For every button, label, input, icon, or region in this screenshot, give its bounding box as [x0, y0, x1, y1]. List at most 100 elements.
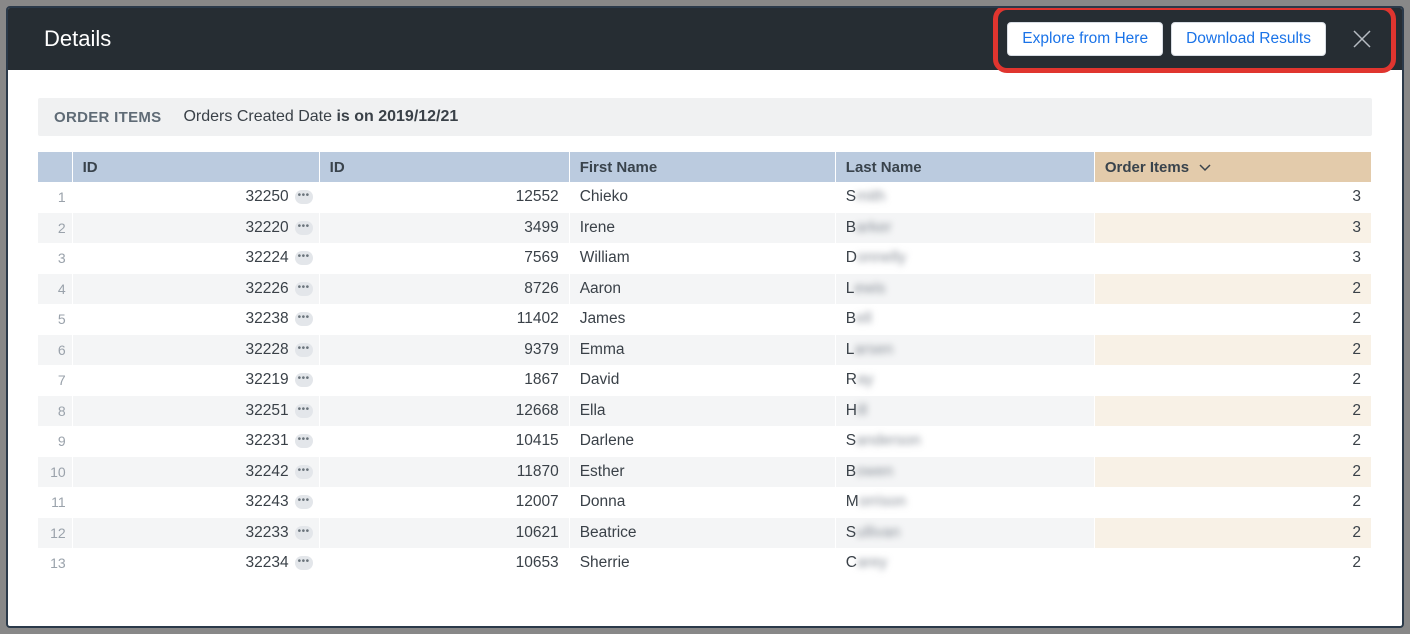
col-first-name[interactable]: First Name [569, 152, 835, 182]
cell-id2[interactable]: 10653 [319, 548, 569, 579]
more-icon[interactable]: ••• [295, 190, 313, 204]
cell-last-name[interactable]: Donnelly [835, 243, 1094, 274]
more-icon[interactable]: ••• [295, 465, 313, 479]
table-row[interactable]: 1132243•••12007DonnaMorrison2 [38, 487, 1372, 518]
table-row[interactable]: 132250•••12552ChiekoSmith3 [38, 182, 1372, 213]
cell-last-name[interactable]: Sullivan [835, 518, 1094, 549]
table-row[interactable]: 932231•••10415DarleneSanderson2 [38, 426, 1372, 457]
col-id2[interactable]: ID [319, 152, 569, 182]
cell-first-name[interactable]: Chieko [569, 182, 835, 213]
cell-order-items[interactable]: 3 [1094, 243, 1371, 274]
cell-first-name[interactable]: Esther [569, 457, 835, 488]
cell-id2[interactable]: 8726 [319, 274, 569, 305]
cell-id2[interactable]: 11870 [319, 457, 569, 488]
cell-id2[interactable]: 7569 [319, 243, 569, 274]
download-results-button[interactable]: Download Results [1171, 22, 1326, 56]
cell-id1[interactable]: 32228••• [72, 335, 319, 366]
table-row[interactable]: 1332234•••10653SherrieCarey2 [38, 548, 1372, 579]
table-row[interactable]: 1032242•••11870EstherBowen2 [38, 457, 1372, 488]
cell-last-name[interactable]: Smith [835, 182, 1094, 213]
col-id1[interactable]: ID [72, 152, 319, 182]
cell-id1[interactable]: 32243••• [72, 487, 319, 518]
cell-first-name[interactable]: David [569, 365, 835, 396]
cell-first-name[interactable]: William [569, 243, 835, 274]
table-row[interactable]: 332224•••7569WilliamDonnelly3 [38, 243, 1372, 274]
row-number: 5 [38, 304, 72, 335]
more-icon[interactable]: ••• [295, 343, 313, 357]
cell-id2[interactable]: 10621 [319, 518, 569, 549]
cell-id2[interactable]: 12007 [319, 487, 569, 518]
cell-order-items[interactable]: 2 [1094, 304, 1371, 335]
cell-last-name[interactable]: Lewis [835, 274, 1094, 305]
cell-first-name[interactable]: Ella [569, 396, 835, 427]
close-button[interactable] [1342, 19, 1382, 59]
cell-first-name[interactable]: Beatrice [569, 518, 835, 549]
cell-id1[interactable]: 32220••• [72, 213, 319, 244]
cell-order-items[interactable]: 2 [1094, 396, 1371, 427]
more-icon[interactable]: ••• [295, 495, 313, 509]
cell-order-items[interactable]: 3 [1094, 182, 1371, 213]
cell-id2[interactable]: 9379 [319, 335, 569, 366]
cell-first-name[interactable]: Aaron [569, 274, 835, 305]
table-row[interactable]: 1232233•••10621BeatriceSullivan2 [38, 518, 1372, 549]
cell-id1[interactable]: 32251••• [72, 396, 319, 427]
cell-order-items[interactable]: 2 [1094, 335, 1371, 366]
cell-id2[interactable]: 11402 [319, 304, 569, 335]
cell-last-name[interactable]: Barker [835, 213, 1094, 244]
cell-last-name[interactable]: Ray [835, 365, 1094, 396]
cell-order-items[interactable]: 2 [1094, 274, 1371, 305]
more-icon[interactable]: ••• [295, 373, 313, 387]
col-last-name[interactable]: Last Name [835, 152, 1094, 182]
cell-id1[interactable]: 32250••• [72, 182, 319, 213]
more-icon[interactable]: ••• [295, 526, 313, 540]
cell-id2[interactable]: 12552 [319, 182, 569, 213]
cell-last-name[interactable]: Morrison [835, 487, 1094, 518]
cell-first-name[interactable]: Emma [569, 335, 835, 366]
cell-id1[interactable]: 32219••• [72, 365, 319, 396]
cell-id1[interactable]: 32238••• [72, 304, 319, 335]
cell-id1[interactable]: 32224••• [72, 243, 319, 274]
cell-last-name[interactable]: Sanderson [835, 426, 1094, 457]
cell-order-items[interactable]: 2 [1094, 487, 1371, 518]
cell-id1[interactable]: 32231••• [72, 426, 319, 457]
cell-last-name[interactable]: Bowen [835, 457, 1094, 488]
cell-id2[interactable]: 10415 [319, 426, 569, 457]
cell-order-items[interactable]: 2 [1094, 457, 1371, 488]
cell-first-name[interactable]: James [569, 304, 835, 335]
cell-last-name[interactable]: Larsen [835, 335, 1094, 366]
table-row[interactable]: 732219•••1867DavidRay2 [38, 365, 1372, 396]
cell-order-items[interactable]: 2 [1094, 518, 1371, 549]
cell-first-name[interactable]: Darlene [569, 426, 835, 457]
more-icon[interactable]: ••• [295, 404, 313, 418]
cell-id2[interactable]: 1867 [319, 365, 569, 396]
cell-last-name[interactable]: Hill [835, 396, 1094, 427]
cell-last-name[interactable]: Bell [835, 304, 1094, 335]
cell-first-name[interactable]: Donna [569, 487, 835, 518]
cell-last-name[interactable]: Carey [835, 548, 1094, 579]
more-icon[interactable]: ••• [295, 221, 313, 235]
cell-id2[interactable]: 3499 [319, 213, 569, 244]
table-row[interactable]: 632228•••9379EmmaLarsen2 [38, 335, 1372, 366]
more-icon[interactable]: ••• [295, 251, 313, 265]
more-icon[interactable]: ••• [295, 556, 313, 570]
table-row[interactable]: 232220•••3499IreneBarker3 [38, 213, 1372, 244]
table-row[interactable]: 532238•••11402JamesBell2 [38, 304, 1372, 335]
table-row[interactable]: 832251•••12668EllaHill2 [38, 396, 1372, 427]
cell-order-items[interactable]: 2 [1094, 426, 1371, 457]
table-row[interactable]: 432226•••8726AaronLewis2 [38, 274, 1372, 305]
cell-order-items[interactable]: 2 [1094, 365, 1371, 396]
cell-id1[interactable]: 32226••• [72, 274, 319, 305]
more-icon[interactable]: ••• [295, 434, 313, 448]
cell-first-name[interactable]: Irene [569, 213, 835, 244]
more-icon[interactable]: ••• [295, 312, 313, 326]
cell-order-items[interactable]: 2 [1094, 548, 1371, 579]
explore-from-here-button[interactable]: Explore from Here [1007, 22, 1163, 56]
cell-first-name[interactable]: Sherrie [569, 548, 835, 579]
cell-id1[interactable]: 32233••• [72, 518, 319, 549]
cell-id1[interactable]: 32234••• [72, 548, 319, 579]
cell-order-items[interactable]: 3 [1094, 213, 1371, 244]
more-icon[interactable]: ••• [295, 282, 313, 296]
cell-id2[interactable]: 12668 [319, 396, 569, 427]
cell-id1[interactable]: 32242••• [72, 457, 319, 488]
col-order-items[interactable]: Order Items [1094, 152, 1371, 182]
